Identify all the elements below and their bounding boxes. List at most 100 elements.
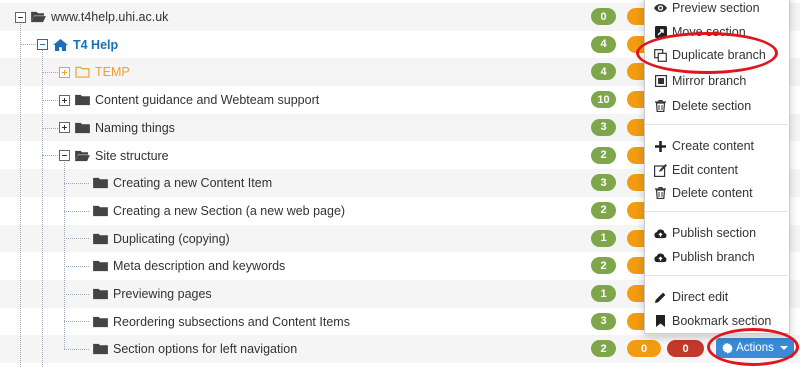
tree-guide-line (20, 22, 21, 367)
move-icon (654, 26, 667, 39)
tree-node-creating-content-item[interactable]: Creating a new Content Item (93, 173, 272, 193)
menu-item-label: Move section (672, 25, 746, 39)
tree-node-label: T4 Help (73, 37, 119, 52)
menu-item-edit-content[interactable]: Edit content (645, 159, 791, 181)
expand-toggle-icon[interactable] (59, 66, 70, 78)
menu-item-bookmark-section[interactable]: Bookmark section (645, 310, 791, 332)
menu-item-create-content[interactable]: Create content (645, 135, 791, 157)
tree-guide-line (42, 50, 43, 367)
tree-node-label: Content guidance and Webteam support (95, 93, 320, 108)
menu-divider (645, 211, 791, 212)
tree-node-label: Creating a new Content Item (113, 176, 273, 191)
menu-item-label: Publish section (672, 226, 757, 240)
menu-item-label: Delete section (672, 99, 752, 113)
tree-node-naming-things[interactable]: Naming things (59, 118, 175, 138)
menu-item-label: Create content (672, 139, 754, 153)
expand-toggle-icon[interactable] (59, 122, 70, 134)
menu-item-label: Publish branch (672, 250, 755, 264)
pending-count-badge: 0 (627, 340, 661, 358)
folder-outline-icon (75, 67, 90, 79)
tree-node-previewing[interactable]: Previewing pages (93, 284, 212, 304)
tree-node-creating-section[interactable]: Creating a new Section (a new web page) (93, 201, 345, 221)
tree-guide-line (64, 294, 89, 295)
content-count-badge: 2 (591, 201, 616, 219)
trash-icon (654, 187, 667, 200)
tree-guide-line (64, 321, 89, 322)
folder-icon (93, 233, 108, 244)
folder-open-icon (31, 11, 46, 23)
menu-item-publish-branch[interactable]: Publish branch (645, 246, 791, 268)
plus-icon (654, 140, 667, 153)
actions-dropdown-menu: Preview section Move section Duplicate b… (644, 0, 791, 334)
mirror-icon (654, 75, 667, 88)
copy-icon (654, 48, 667, 62)
tree-node-label: Reordering subsections and Content Items (113, 314, 350, 329)
tree-node-label: Meta description and keywords (113, 259, 286, 274)
menu-item-delete-content[interactable]: Delete content (645, 182, 791, 204)
tree-node-temp[interactable]: TEMP (59, 62, 130, 82)
menu-item-label: Direct edit (672, 290, 729, 304)
content-count-badge: 4 (591, 35, 616, 53)
actions-button[interactable]: Actions (716, 338, 794, 358)
tree-guide-line (64, 349, 89, 350)
tree-node-root[interactable]: www.t4help.uhi.ac.uk (15, 7, 168, 27)
collapse-toggle-icon[interactable] (15, 11, 26, 23)
menu-item-duplicate-branch[interactable]: Duplicate branch (645, 44, 791, 66)
menu-item-direct-edit[interactable]: Direct edit (645, 286, 791, 308)
bookmark-icon (654, 315, 667, 328)
tree-node-content-guidance[interactable]: Content guidance and Webteam support (59, 90, 319, 110)
menu-item-label: Mirror branch (672, 74, 747, 88)
content-count-badge: 2 (591, 257, 616, 275)
error-count-badge: 0 (667, 340, 704, 358)
menu-item-label: Bookmark section (672, 314, 772, 328)
tree-node-label: Naming things (95, 120, 175, 135)
gear-icon (722, 342, 734, 354)
menu-item-label: Delete content (672, 186, 753, 200)
folder-open-icon (75, 150, 90, 161)
content-count-badge: 1 (591, 229, 616, 247)
tree-node-meta-description[interactable]: Meta description and keywords (93, 256, 285, 276)
content-count-badge: 3 (591, 174, 616, 192)
tree-node-label: Site structure (95, 148, 169, 163)
actions-button-label: Actions (736, 342, 774, 354)
collapse-toggle-icon[interactable] (37, 39, 48, 51)
menu-item-publish-section[interactable]: Publish section (645, 222, 791, 244)
menu-item-label: Duplicate branch (672, 48, 766, 62)
caret-down-icon (779, 346, 788, 350)
tree-node-reordering[interactable]: Reordering subsections and Content Items (93, 312, 350, 332)
folder-icon (93, 261, 108, 272)
content-count-badge: 3 (591, 118, 616, 136)
tree-node-label: TEMP (95, 65, 130, 80)
menu-item-preview-section[interactable]: Preview section (645, 0, 791, 19)
folder-icon (75, 122, 90, 133)
tree-node-site-structure[interactable]: Site structure (59, 146, 169, 166)
cloud-upload-icon (654, 251, 667, 264)
tree-guide-line (42, 155, 58, 156)
tree-guide-line (64, 266, 89, 267)
expand-toggle-icon[interactable] (59, 94, 70, 106)
tree-guide-line (42, 72, 58, 73)
tree-guide-line (42, 100, 58, 101)
folder-icon (93, 288, 108, 300)
tree-guide-line (64, 238, 89, 239)
content-count-badge: 2 (591, 146, 616, 164)
tree-node-t4help[interactable]: T4 Help (37, 35, 118, 55)
trash-icon (654, 100, 667, 113)
home-icon (53, 38, 68, 51)
tree-guide-line (64, 211, 89, 212)
menu-item-delete-section[interactable]: Delete section (645, 95, 791, 117)
tree-node-section-options[interactable]: Section options for left navigation (93, 339, 297, 359)
tree-node-label: Previewing pages (113, 287, 212, 301)
menu-item-label: Edit content (672, 163, 739, 177)
tree-node-label: Section options for left navigation (113, 342, 298, 357)
tree-node-label: Duplicating (copying) (113, 231, 230, 246)
tree-guide-line (64, 183, 89, 184)
tree-node-duplicating[interactable]: Duplicating (copying) (93, 229, 230, 249)
tree-guide-line (42, 128, 58, 129)
cloud-upload-icon (654, 227, 667, 240)
menu-item-mirror-branch[interactable]: Mirror branch (645, 70, 791, 92)
content-count-badge: 0 (591, 8, 616, 25)
collapse-toggle-icon[interactable] (59, 150, 70, 161)
menu-item-move-section[interactable]: Move section (645, 21, 791, 43)
menu-divider (645, 124, 791, 125)
